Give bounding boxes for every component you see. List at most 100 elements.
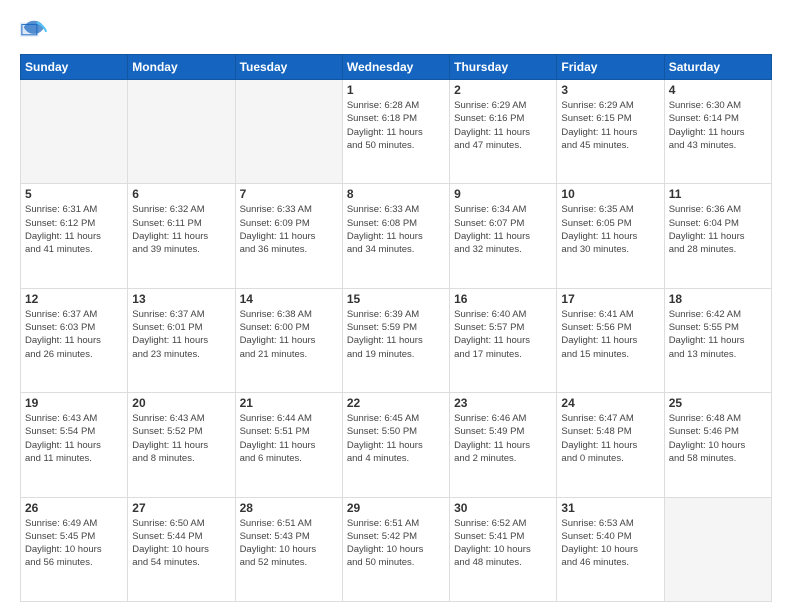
calendar-week-row: 1 Sunrise: 6:28 AM Sunset: 6:18 PM Daylig… bbox=[21, 80, 772, 184]
calendar-table: Sunday Monday Tuesday Wednesday Thursday… bbox=[20, 54, 772, 602]
table-row: 24 Sunrise: 6:47 AM Sunset: 5:48 PM Dayli… bbox=[557, 393, 664, 497]
col-friday: Friday bbox=[557, 55, 664, 80]
day-info: Sunrise: 6:40 AM Sunset: 5:57 PM Dayligh… bbox=[454, 308, 552, 361]
day-number: 14 bbox=[240, 292, 338, 306]
table-row: 26 Sunrise: 6:49 AM Sunset: 5:45 PM Dayli… bbox=[21, 497, 128, 601]
col-tuesday: Tuesday bbox=[235, 55, 342, 80]
day-number: 26 bbox=[25, 501, 123, 515]
day-number: 19 bbox=[25, 396, 123, 410]
table-row: 18 Sunrise: 6:42 AM Sunset: 5:55 PM Dayli… bbox=[664, 288, 771, 392]
table-row: 16 Sunrise: 6:40 AM Sunset: 5:57 PM Dayli… bbox=[450, 288, 557, 392]
day-number: 8 bbox=[347, 187, 445, 201]
day-number: 28 bbox=[240, 501, 338, 515]
day-number: 18 bbox=[669, 292, 767, 306]
day-info: Sunrise: 6:37 AM Sunset: 6:03 PM Dayligh… bbox=[25, 308, 123, 361]
day-info: Sunrise: 6:29 AM Sunset: 6:16 PM Dayligh… bbox=[454, 99, 552, 152]
header bbox=[20, 18, 772, 46]
calendar-week-row: 19 Sunrise: 6:43 AM Sunset: 5:54 PM Dayli… bbox=[21, 393, 772, 497]
table-row: 27Sunrise: 6:50 AM Sunset: 5:44 PM Dayli… bbox=[128, 497, 235, 601]
table-row: 20Sunrise: 6:43 AM Sunset: 5:52 PM Dayli… bbox=[128, 393, 235, 497]
day-number: 31 bbox=[561, 501, 659, 515]
table-row: 19 Sunrise: 6:43 AM Sunset: 5:54 PM Dayli… bbox=[21, 393, 128, 497]
day-info: Sunrise: 6:49 AM Sunset: 5:45 PM Dayligh… bbox=[25, 517, 123, 570]
day-number: 30 bbox=[454, 501, 552, 515]
table-row: 30Sunrise: 6:52 AM Sunset: 5:41 PM Dayli… bbox=[450, 497, 557, 601]
day-info: Sunrise: 6:28 AM Sunset: 6:18 PM Dayligh… bbox=[347, 99, 445, 152]
day-number: 12 bbox=[25, 292, 123, 306]
table-row: 8 Sunrise: 6:33 AM Sunset: 6:08 PM Daylig… bbox=[342, 184, 449, 288]
table-row bbox=[235, 80, 342, 184]
calendar-week-row: 12 Sunrise: 6:37 AM Sunset: 6:03 PM Dayli… bbox=[21, 288, 772, 392]
day-info: Sunrise: 6:47 AM Sunset: 5:48 PM Dayligh… bbox=[561, 412, 659, 465]
col-saturday: Saturday bbox=[664, 55, 771, 80]
col-wednesday: Wednesday bbox=[342, 55, 449, 80]
day-info: Sunrise: 6:43 AM Sunset: 5:54 PM Dayligh… bbox=[25, 412, 123, 465]
day-number: 23 bbox=[454, 396, 552, 410]
day-number: 7 bbox=[240, 187, 338, 201]
day-info: Sunrise: 6:35 AM Sunset: 6:05 PM Dayligh… bbox=[561, 203, 659, 256]
table-row: 22 Sunrise: 6:45 AM Sunset: 5:50 PM Dayli… bbox=[342, 393, 449, 497]
day-info: Sunrise: 6:50 AM Sunset: 5:44 PM Dayligh… bbox=[132, 517, 230, 570]
table-row: 10 Sunrise: 6:35 AM Sunset: 6:05 PM Dayli… bbox=[557, 184, 664, 288]
table-row: 5 Sunrise: 6:31 AM Sunset: 6:12 PM Daylig… bbox=[21, 184, 128, 288]
day-number: 17 bbox=[561, 292, 659, 306]
day-number: 25 bbox=[669, 396, 767, 410]
day-info: Sunrise: 6:43 AM Sunset: 5:52 PM Dayligh… bbox=[132, 412, 230, 465]
day-info: Sunrise: 6:30 AM Sunset: 6:14 PM Dayligh… bbox=[669, 99, 767, 152]
day-number: 13 bbox=[132, 292, 230, 306]
day-number: 9 bbox=[454, 187, 552, 201]
table-row: 21 Sunrise: 6:44 AM Sunset: 5:51 PM Dayli… bbox=[235, 393, 342, 497]
day-info: Sunrise: 6:45 AM Sunset: 5:50 PM Dayligh… bbox=[347, 412, 445, 465]
day-number: 5 bbox=[25, 187, 123, 201]
day-number: 16 bbox=[454, 292, 552, 306]
col-monday: Monday bbox=[128, 55, 235, 80]
day-info: Sunrise: 6:33 AM Sunset: 6:08 PM Dayligh… bbox=[347, 203, 445, 256]
day-info: Sunrise: 6:33 AM Sunset: 6:09 PM Dayligh… bbox=[240, 203, 338, 256]
table-row: 4 Sunrise: 6:30 AM Sunset: 6:14 PM Daylig… bbox=[664, 80, 771, 184]
day-info: Sunrise: 6:53 AM Sunset: 5:40 PM Dayligh… bbox=[561, 517, 659, 570]
day-info: Sunrise: 6:34 AM Sunset: 6:07 PM Dayligh… bbox=[454, 203, 552, 256]
calendar-header-row: Sunday Monday Tuesday Wednesday Thursday… bbox=[21, 55, 772, 80]
table-row: 9 Sunrise: 6:34 AM Sunset: 6:07 PM Daylig… bbox=[450, 184, 557, 288]
day-number: 22 bbox=[347, 396, 445, 410]
table-row: 12 Sunrise: 6:37 AM Sunset: 6:03 PM Dayli… bbox=[21, 288, 128, 392]
day-number: 24 bbox=[561, 396, 659, 410]
table-row: 7 Sunrise: 6:33 AM Sunset: 6:09 PM Daylig… bbox=[235, 184, 342, 288]
table-row: 2 Sunrise: 6:29 AM Sunset: 6:16 PM Daylig… bbox=[450, 80, 557, 184]
table-row: 28Sunrise: 6:51 AM Sunset: 5:43 PM Dayli… bbox=[235, 497, 342, 601]
calendar-week-row: 26 Sunrise: 6:49 AM Sunset: 5:45 PM Dayli… bbox=[21, 497, 772, 601]
table-row: 6 Sunrise: 6:32 AM Sunset: 6:11 PM Daylig… bbox=[128, 184, 235, 288]
day-info: Sunrise: 6:39 AM Sunset: 5:59 PM Dayligh… bbox=[347, 308, 445, 361]
day-number: 15 bbox=[347, 292, 445, 306]
day-info: Sunrise: 6:37 AM Sunset: 6:01 PM Dayligh… bbox=[132, 308, 230, 361]
table-row bbox=[664, 497, 771, 601]
day-number: 21 bbox=[240, 396, 338, 410]
table-row: 29Sunrise: 6:51 AM Sunset: 5:42 PM Dayli… bbox=[342, 497, 449, 601]
table-row: 3Sunrise: 6:29 AM Sunset: 6:15 PM Daylig… bbox=[557, 80, 664, 184]
table-row: 31 Sunrise: 6:53 AM Sunset: 5:40 PM Dayli… bbox=[557, 497, 664, 601]
day-number: 4 bbox=[669, 83, 767, 97]
table-row: 15 Sunrise: 6:39 AM Sunset: 5:59 PM Dayli… bbox=[342, 288, 449, 392]
day-info: Sunrise: 6:38 AM Sunset: 6:00 PM Dayligh… bbox=[240, 308, 338, 361]
calendar-week-row: 5 Sunrise: 6:31 AM Sunset: 6:12 PM Daylig… bbox=[21, 184, 772, 288]
day-info: Sunrise: 6:36 AM Sunset: 6:04 PM Dayligh… bbox=[669, 203, 767, 256]
table-row: 14 Sunrise: 6:38 AM Sunset: 6:00 PM Dayli… bbox=[235, 288, 342, 392]
day-number: 10 bbox=[561, 187, 659, 201]
day-info: Sunrise: 6:31 AM Sunset: 6:12 PM Dayligh… bbox=[25, 203, 123, 256]
col-thursday: Thursday bbox=[450, 55, 557, 80]
col-sunday: Sunday bbox=[21, 55, 128, 80]
table-row bbox=[128, 80, 235, 184]
day-number: 11 bbox=[669, 187, 767, 201]
day-info: Sunrise: 6:44 AM Sunset: 5:51 PM Dayligh… bbox=[240, 412, 338, 465]
day-info: Sunrise: 6:48 AM Sunset: 5:46 PM Dayligh… bbox=[669, 412, 767, 465]
day-number: 2 bbox=[454, 83, 552, 97]
day-info: Sunrise: 6:41 AM Sunset: 5:56 PM Dayligh… bbox=[561, 308, 659, 361]
table-row: 13 Sunrise: 6:37 AM Sunset: 6:01 PM Dayli… bbox=[128, 288, 235, 392]
day-number: 1 bbox=[347, 83, 445, 97]
day-number: 6 bbox=[132, 187, 230, 201]
day-info: Sunrise: 6:29 AM Sunset: 6:15 PM Dayligh… bbox=[561, 99, 659, 152]
logo bbox=[20, 18, 54, 46]
day-info: Sunrise: 6:32 AM Sunset: 6:11 PM Dayligh… bbox=[132, 203, 230, 256]
day-info: Sunrise: 6:42 AM Sunset: 5:55 PM Dayligh… bbox=[669, 308, 767, 361]
day-number: 29 bbox=[347, 501, 445, 515]
